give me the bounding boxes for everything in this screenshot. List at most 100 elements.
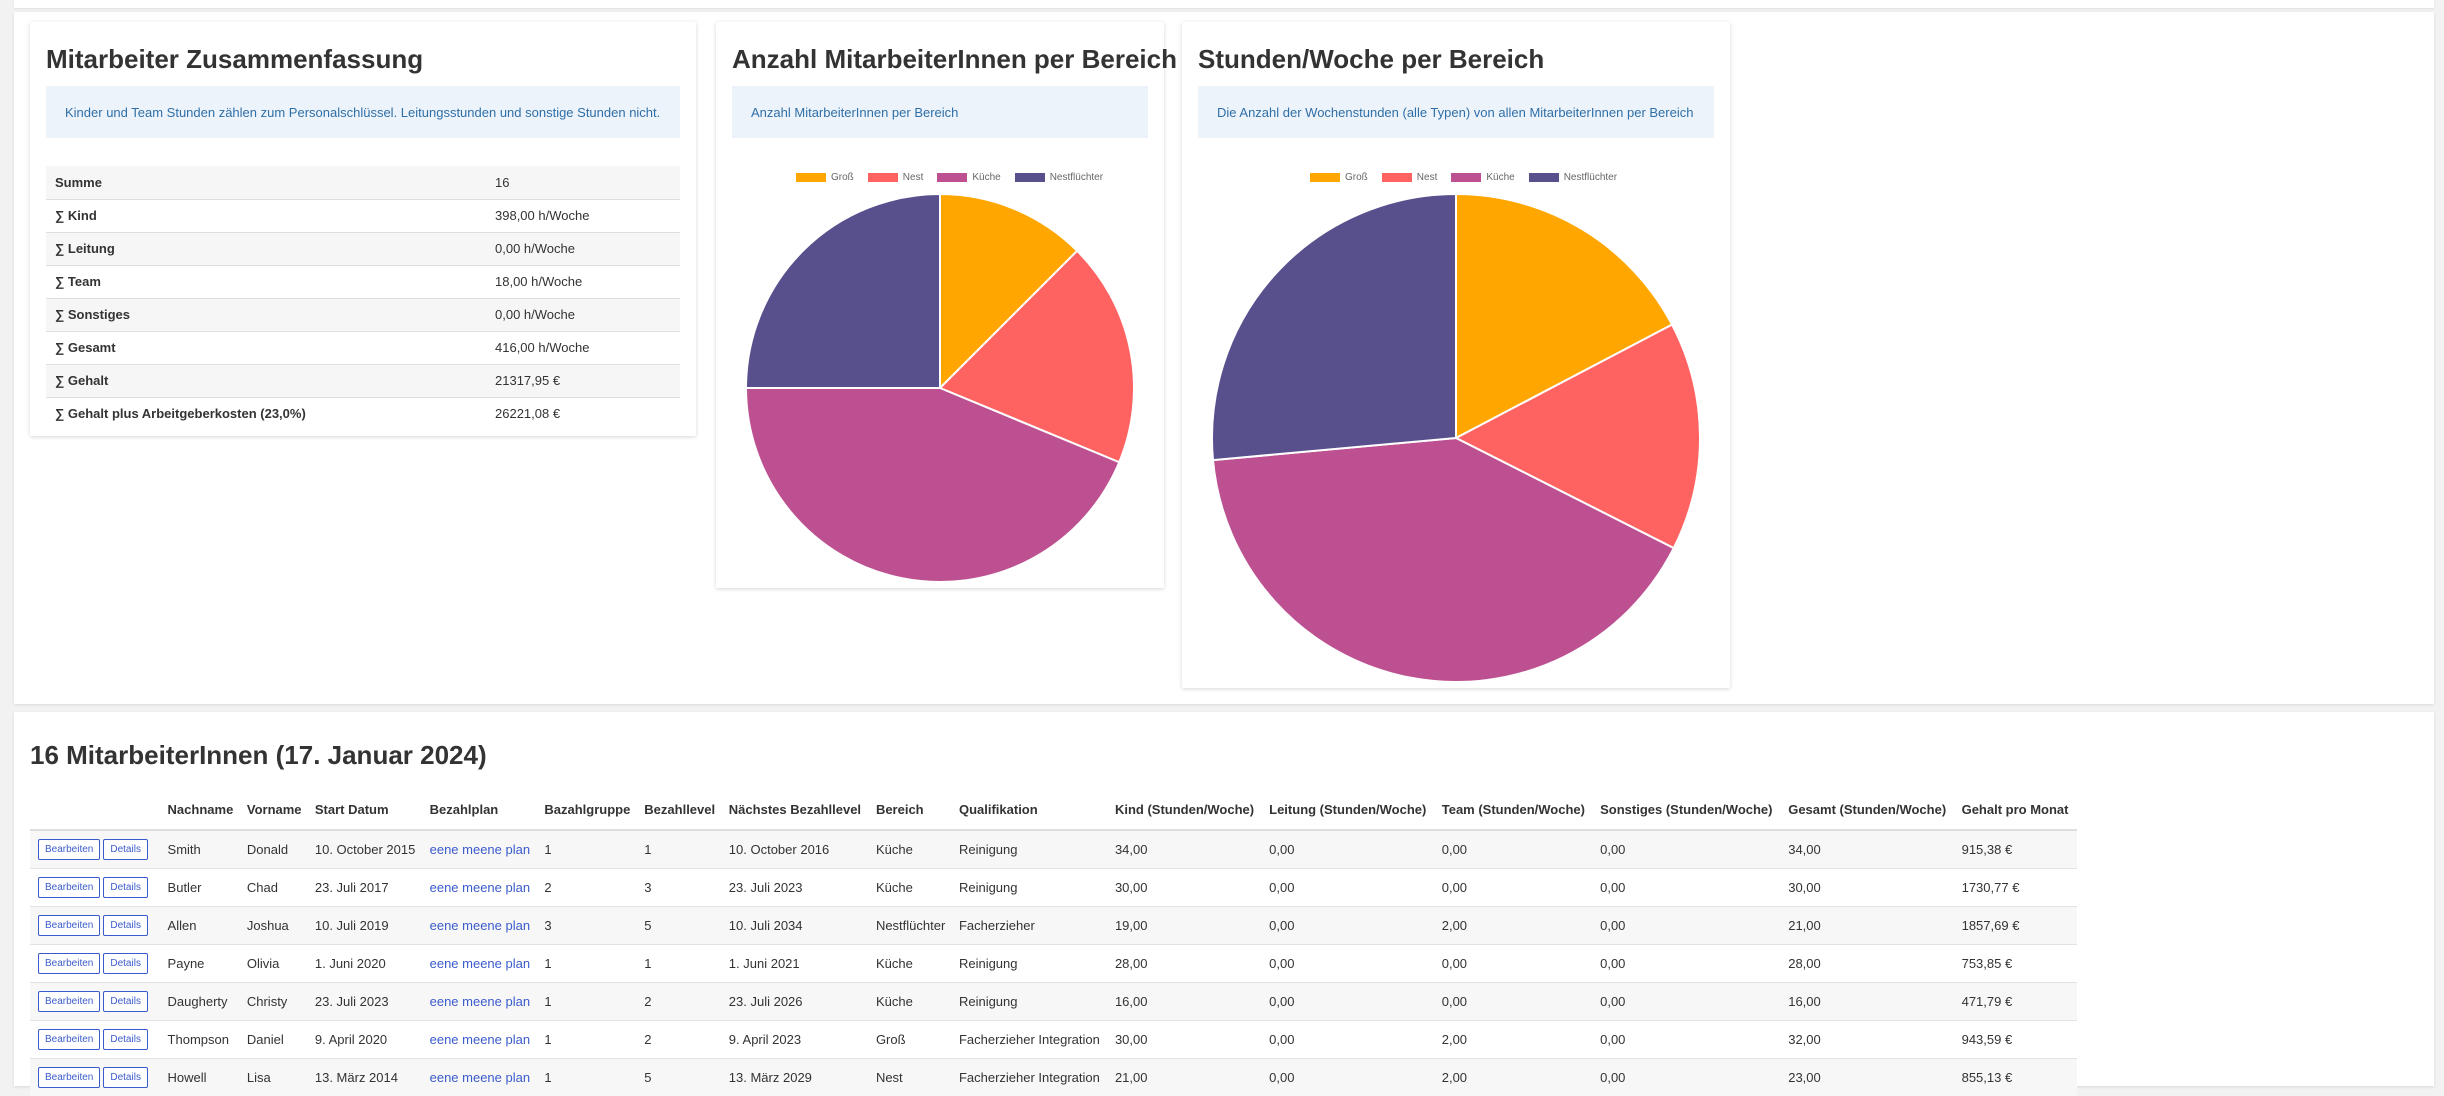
pay-plan-link[interactable]: eene meene plan [430, 880, 530, 895]
table-cell: 855,13 € [1955, 1057, 2077, 1096]
legend-swatch [1381, 173, 1412, 182]
summary-info: Kinder und Team Stunden zählen zum Perso… [46, 86, 680, 138]
summary-value: 21317,95 € [486, 363, 680, 397]
column-header: Kind (Stunden/Woche) [1108, 790, 1264, 831]
table-cell: 943,59 € [1955, 1019, 2077, 1058]
legend-item[interactable]: Groß [1310, 172, 1368, 183]
pay-plan-cell: eene meene plan [423, 867, 539, 906]
pay-plan-cell: eene meene plan [423, 981, 539, 1020]
pie-slice-nestflüchter[interactable] [744, 192, 941, 389]
table-cell: 2 [638, 1019, 723, 1058]
legend-swatch [1451, 173, 1482, 182]
edit-button[interactable]: Bearbeiten [38, 990, 101, 1012]
details-button[interactable]: Details [103, 838, 148, 860]
table-cell: Olivia [240, 943, 309, 982]
pay-plan-cell: eene meene plan [423, 943, 539, 982]
details-button[interactable]: Details [103, 1028, 148, 1050]
table-row: Bearbeiten Details Howell Lisa 13. März 2014… [30, 1057, 2077, 1096]
table-cell: 21,00 [1108, 1057, 1264, 1096]
table-cell: Facherzieher Integration [952, 1019, 1109, 1058]
legend-item[interactable]: Küche [937, 172, 1001, 183]
table-cell: Nestflüchter [869, 905, 953, 944]
pay-plan-link[interactable]: eene meene plan [430, 994, 530, 1009]
legend-item[interactable]: Nestflüchter [1528, 172, 1617, 183]
table-cell: 0,00 [1263, 1057, 1436, 1096]
table-cell: 0,00 [1263, 829, 1436, 868]
legend-item[interactable]: Nestflüchter [1014, 172, 1104, 183]
table-cell: 1 [538, 981, 639, 1020]
details-button[interactable]: Details [103, 914, 148, 936]
table-cell: Groß [869, 1019, 953, 1058]
column-header: Vorname [240, 790, 309, 831]
table-cell: 471,79 € [1955, 981, 2077, 1020]
legend-swatch [867, 173, 898, 182]
table-cell: 0,00 [1263, 867, 1436, 906]
row-actions: Bearbeiten Details [30, 905, 162, 944]
employee-list-title: 16 MitarbeiterInnen (17. Januar 2024) [30, 740, 487, 770]
summary-row: ∑ Gesamt 416,00 h/Woche [46, 330, 680, 364]
legend-item[interactable]: Nest [1381, 172, 1437, 183]
details-button[interactable]: Details [103, 876, 148, 898]
legend-item[interactable]: Küche [1451, 172, 1515, 183]
table-cell: 19,00 [1108, 905, 1264, 944]
summary-label: ∑ Kind [46, 198, 486, 232]
details-button[interactable]: Details [103, 990, 148, 1012]
table-cell: 2 [538, 867, 639, 906]
table-cell: Allen [161, 905, 241, 944]
summary-title: Mitarbeiter Zusammenfassung [46, 44, 424, 74]
pay-plan-link[interactable]: eene meene plan [430, 956, 530, 971]
summary-section: Mitarbeiter Zusammenfassung Kinder und T… [14, 12, 2434, 704]
edit-button[interactable]: Bearbeiten [38, 1028, 101, 1050]
table-cell: Facherzieher [952, 905, 1109, 944]
table-cell: Küche [869, 829, 953, 868]
table-cell: 2,00 [1435, 905, 1595, 944]
column-header: Gesamt (Stunden/Woche) [1782, 790, 1956, 831]
details-button[interactable]: Details [103, 952, 148, 974]
edit-button[interactable]: Bearbeiten [38, 876, 101, 898]
edit-button[interactable]: Bearbeiten [38, 914, 101, 936]
summary-info-text: Kinder und Team Stunden zählen zum Perso… [65, 104, 661, 120]
table-cell: Daniel [240, 1019, 309, 1058]
edit-button[interactable]: Bearbeiten [38, 838, 101, 860]
summary-label: ∑ Gesamt [46, 330, 486, 364]
table-cell: Lisa [240, 1057, 309, 1096]
table-cell: 2 [638, 981, 723, 1020]
column-header [30, 790, 162, 831]
table-row: Bearbeiten Details Allen Joshua 10. Juli 201… [30, 905, 2077, 944]
edit-button[interactable]: Bearbeiten [38, 952, 101, 974]
table-cell: 34,00 [1782, 829, 1956, 868]
table-cell: Reinigung [952, 981, 1109, 1020]
legend-item[interactable]: Groß [796, 172, 854, 183]
table-cell: 9. April 2020 [308, 1019, 424, 1058]
table-cell: 3 [638, 867, 723, 906]
summary-row: ∑ Sonstiges 0,00 h/Woche [46, 297, 680, 331]
table-cell: 2,00 [1435, 1019, 1595, 1058]
legend-swatch [1014, 173, 1045, 182]
column-header: Sonstiges (Stunden/Woche) [1594, 790, 1783, 831]
pie-slice-nestflüchter[interactable] [1211, 192, 1457, 462]
table-cell: 1 [638, 943, 723, 982]
legend-item[interactable]: Nest [867, 172, 923, 183]
edit-button[interactable]: Bearbeiten [38, 1066, 101, 1088]
table-cell: 2,00 [1435, 1057, 1595, 1096]
legend-swatch [1310, 173, 1340, 182]
legend-label: Nestflüchter [1049, 172, 1104, 183]
pay-plan-link[interactable]: eene meene plan [430, 1032, 530, 1047]
table-cell: 1. Juni 2020 [308, 943, 424, 982]
table-row: Bearbeiten Details Daugherty Christy 23. Jul… [30, 981, 2077, 1020]
legend-swatch [937, 173, 968, 182]
chart1-info: Anzahl MitarbeiterInnen per Bereich [732, 86, 1148, 138]
details-button[interactable]: Details [103, 1066, 148, 1088]
pay-plan-link[interactable]: eene meene plan [430, 842, 530, 857]
summary-value: 18,00 h/Woche [486, 264, 680, 298]
table-cell: 13. März 2029 [722, 1057, 870, 1096]
pay-plan-cell: eene meene plan [423, 1019, 539, 1058]
legend-label: Küche [972, 172, 1001, 183]
column-header: Nächstes Bezahllevel [722, 790, 870, 831]
legend-label: Groß [831, 172, 854, 183]
table-cell: 9. April 2023 [722, 1019, 870, 1058]
pay-plan-link[interactable]: eene meene plan [430, 1070, 530, 1085]
legend-swatch [1528, 173, 1559, 182]
summary-row: Summe 16 [46, 166, 680, 199]
pay-plan-link[interactable]: eene meene plan [430, 918, 530, 933]
